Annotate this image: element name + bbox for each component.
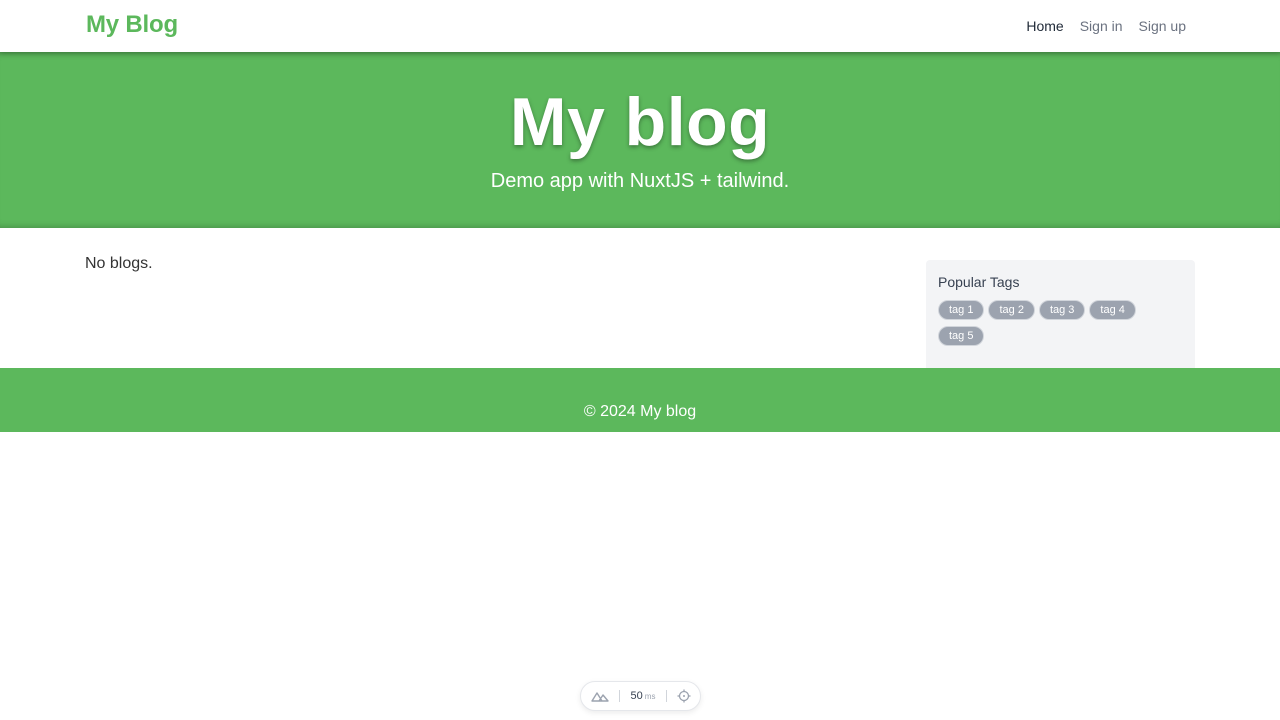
brand-logo-link[interactable]: My Blog — [86, 11, 178, 39]
nav-link-home[interactable]: Home — [1026, 18, 1063, 34]
render-time-value: 50 — [630, 690, 643, 702]
banner-title: My blog — [509, 84, 771, 160]
toolbar-divider — [619, 690, 621, 702]
tag-pill[interactable]: tag 4 — [1089, 300, 1136, 320]
tag-pill[interactable]: tag 2 — [988, 300, 1035, 320]
navbar: My Blog Home Sign in Sign up — [0, 0, 1280, 52]
nuxt-logo-icon[interactable] — [591, 690, 609, 702]
hero-banner: My blog Demo app with NuxtJS + tailwind. — [0, 52, 1280, 228]
banner-subtitle: Demo app with NuxtJS + tailwind. — [490, 170, 790, 192]
popular-tags-sidebar: Popular Tags tag 1 tag 2 tag 3 tag 4 tag… — [926, 260, 1195, 368]
nav-link-sign-up[interactable]: Sign up — [1139, 18, 1186, 34]
tag-pill[interactable]: tag 5 — [938, 326, 985, 346]
footer-copyright: © 2024 My blog — [583, 403, 697, 420]
nav-links: Home Sign in Sign up — [1026, 18, 1186, 34]
render-time-unit: ms — [644, 692, 656, 701]
nav-link-sign-in[interactable]: Sign in — [1080, 18, 1123, 34]
empty-blog-message: No blogs. — [85, 255, 153, 272]
tag-list: tag 1 tag 2 tag 3 tag 4 tag 5 — [938, 300, 1158, 346]
dev-toolbar[interactable]: 50 ms — [580, 681, 701, 711]
render-time: 50 ms — [631, 690, 656, 702]
tag-pill[interactable]: tag 1 — [938, 300, 985, 320]
tag-pill[interactable]: tag 3 — [1038, 300, 1086, 320]
toolbar-divider — [665, 690, 667, 702]
footer: © 2024 My blog — [0, 368, 1280, 432]
crosshair-icon[interactable] — [677, 689, 691, 703]
sidebar-title: Popular Tags — [938, 274, 1020, 290]
